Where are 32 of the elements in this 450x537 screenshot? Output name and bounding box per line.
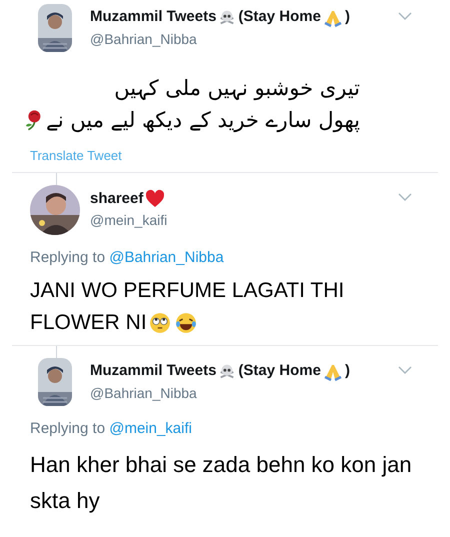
user-handle: @mein_kaifi — [90, 211, 168, 230]
display-name: ) — [344, 361, 350, 382]
chevron-down-icon[interactable] — [398, 12, 412, 20]
display-name: Muzammil Tweets — [90, 361, 216, 382]
tweet-text: FLOWER NI — [30, 310, 147, 336]
chevron-down-icon[interactable] — [398, 366, 412, 374]
mention-link[interactable]: @mein_kaifi — [109, 420, 192, 437]
skull-icon — [220, 10, 235, 24]
hands-icon — [324, 10, 342, 27]
tweet-text: skta hy — [30, 486, 100, 515]
replying-label: Replying to — [30, 420, 106, 437]
hands-icon — [324, 364, 342, 381]
user-handle: @Bahrian_Nibba — [90, 384, 198, 403]
wilted-flower-icon — [26, 110, 40, 130]
tweet-text: پھول سارے خرید کے دیکھ لیے میں نے — [46, 107, 360, 134]
chevron-down-icon[interactable] — [398, 192, 412, 200]
tweet-text: Han kher bhai se zada behn ko kon jan — [30, 450, 412, 479]
heart-icon — [146, 190, 164, 207]
user-handle: @Bahrian_Nibba — [90, 30, 198, 49]
display-name: (Stay Home — [238, 361, 321, 382]
tweet-text: JANI WO PERFUME LAGATI THI — [30, 278, 344, 304]
display-name: (Stay Home — [238, 7, 321, 28]
display-name: Muzammil Tweets — [90, 7, 216, 28]
skull-icon — [220, 364, 235, 378]
rolling-eyes-face-icon — [150, 313, 170, 333]
display-name: shareef — [90, 188, 144, 209]
translate-link[interactable]: Translate Tweet — [30, 146, 122, 166]
replying-label: Replying to — [30, 248, 106, 266]
display-name: ) — [344, 7, 350, 28]
tweet-text: تیری خوشبو نہیں ملی کہیں — [114, 75, 360, 102]
mention-link[interactable]: @Bahrian_Nibba — [109, 248, 224, 266]
laughing-tears-face-icon — [176, 313, 196, 333]
